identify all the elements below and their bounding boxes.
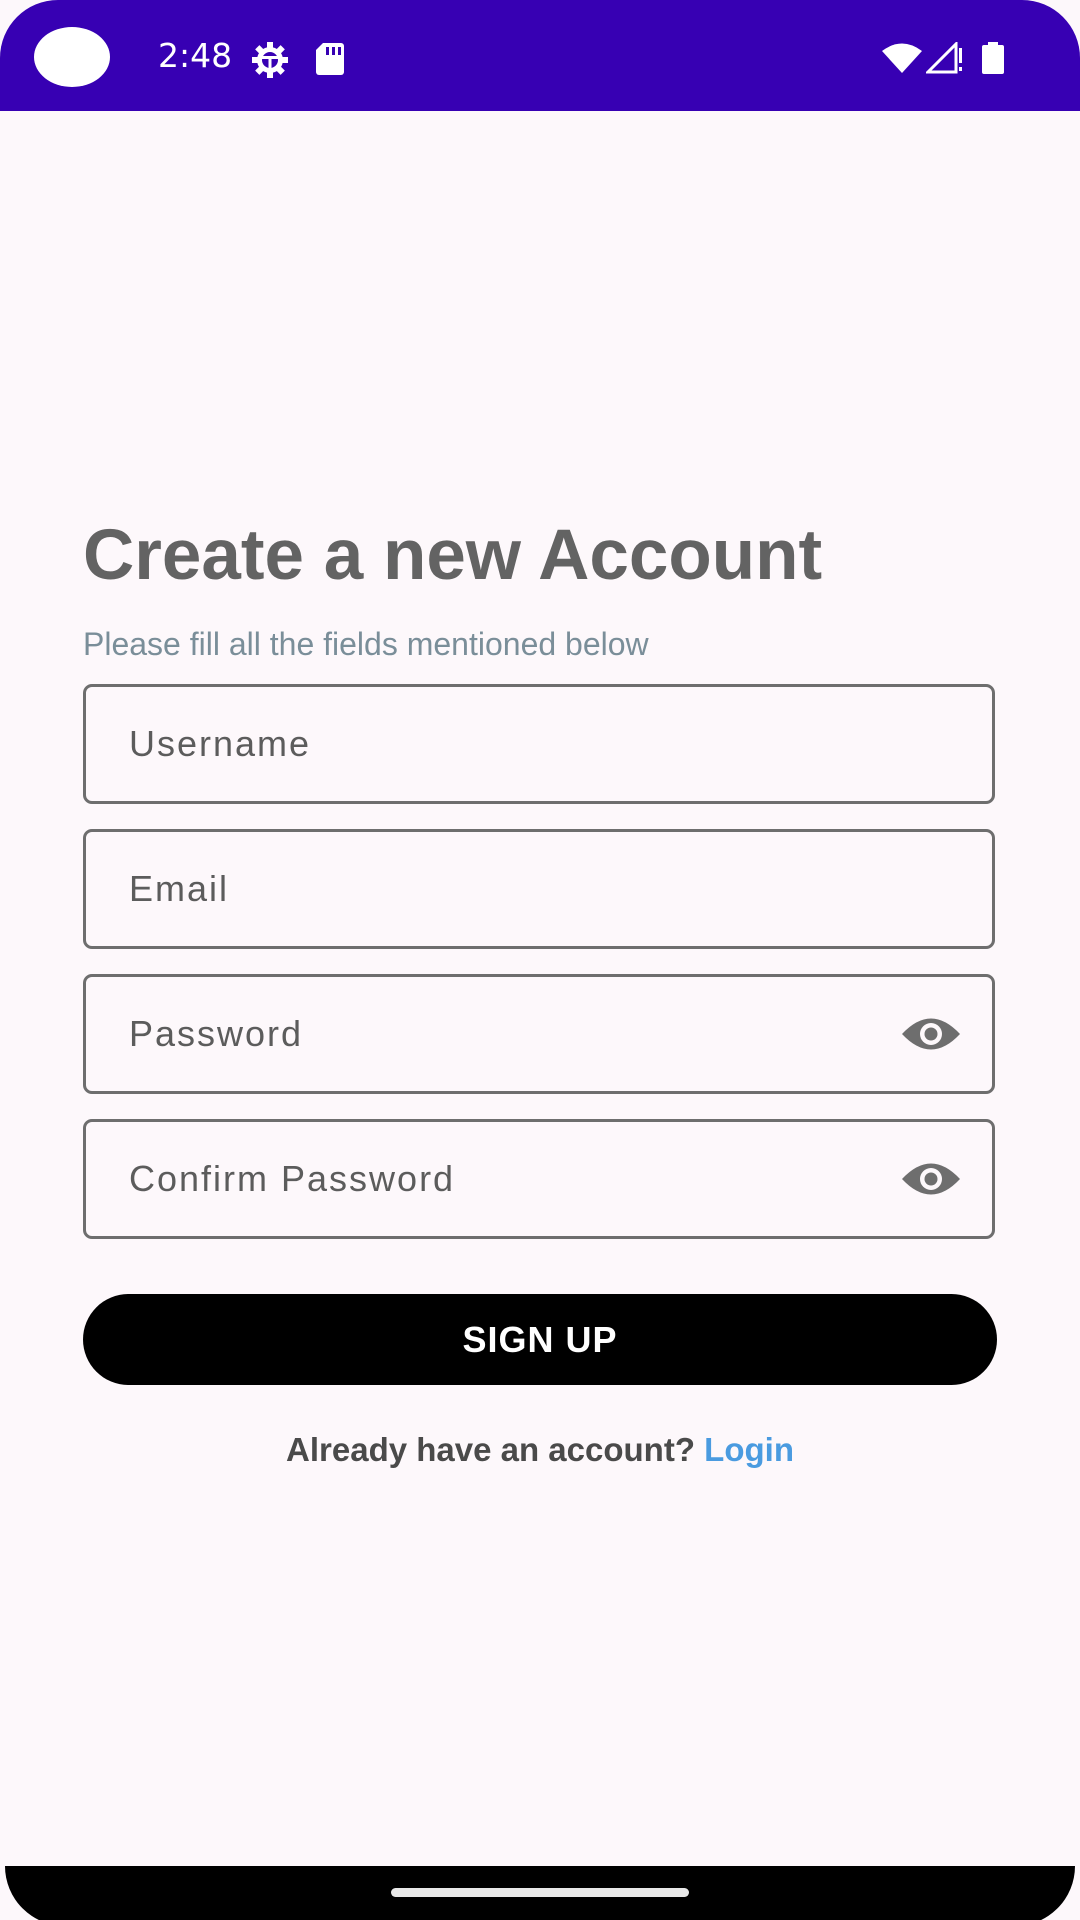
password-visibility-toggle-eye-icon[interactable] bbox=[900, 1015, 962, 1053]
sd-card-icon bbox=[314, 40, 354, 76]
battery-icon bbox=[980, 42, 1006, 78]
login-prompt-text: Already have an account? bbox=[286, 1431, 695, 1468]
confirm-password-visibility-toggle-eye-icon[interactable] bbox=[900, 1160, 962, 1198]
wifi-icon bbox=[880, 42, 924, 78]
camera-cutout bbox=[34, 27, 110, 87]
sign-up-button[interactable]: SIGN UP bbox=[83, 1294, 997, 1385]
home-indicator[interactable] bbox=[391, 1888, 689, 1897]
status-time: 2:48 bbox=[158, 36, 233, 75]
page-title: Create a new Account bbox=[83, 516, 823, 595]
password-placeholder: Password bbox=[129, 1013, 304, 1054]
email-placeholder: Email bbox=[129, 868, 230, 909]
status-bar: 2:48 bbox=[0, 0, 1080, 111]
login-link[interactable]: Login bbox=[704, 1431, 794, 1468]
page-subtitle: Please fill all the fields mentioned bel… bbox=[83, 626, 649, 662]
login-prompt-row: Already have an account? Login bbox=[0, 1428, 1080, 1472]
settings-gear-icon bbox=[250, 40, 290, 78]
cell-signal-icon bbox=[926, 42, 966, 78]
signup-screen: 2:48 Create a new Account Please fill al… bbox=[0, 0, 1080, 1920]
username-placeholder: Username bbox=[129, 723, 312, 764]
username-field[interactable]: Username bbox=[83, 684, 995, 804]
confirm-password-field[interactable]: Confirm Password bbox=[83, 1119, 995, 1239]
email-field[interactable]: Email bbox=[83, 829, 995, 949]
password-field[interactable]: Password bbox=[83, 974, 995, 1094]
confirm-password-placeholder: Confirm Password bbox=[129, 1158, 456, 1199]
